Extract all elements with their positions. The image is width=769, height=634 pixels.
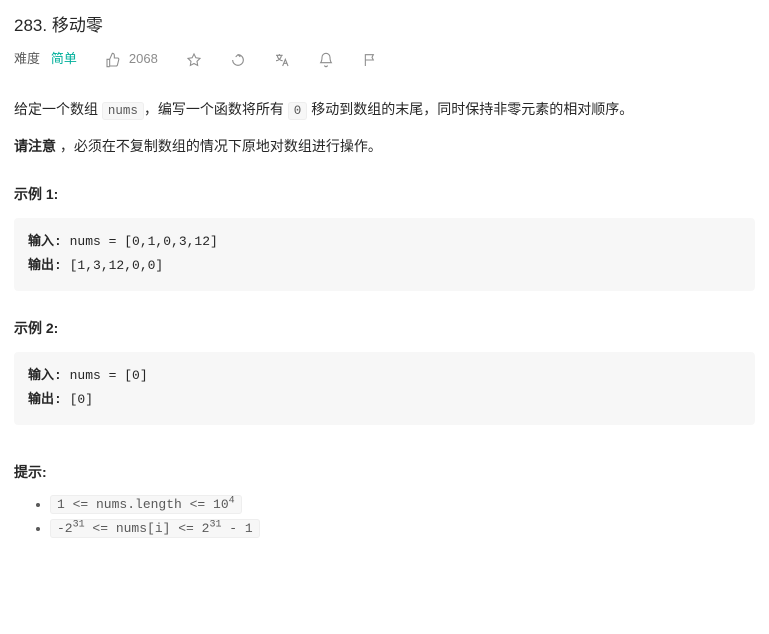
feedback-button[interactable] xyxy=(362,52,378,68)
desc-text: 给定一个数组 xyxy=(14,101,102,117)
example-block-2: 输入: nums = [0] 输出: [0] xyxy=(14,352,755,425)
translate-button[interactable] xyxy=(274,52,290,68)
favorite-button[interactable] xyxy=(186,52,202,68)
desc-paragraph-1: 给定一个数组 nums，编写一个函数将所有 0 移动到数组的末尾，同时保持非零元… xyxy=(14,98,755,121)
output-value: [1,3,12,0,0] xyxy=(62,258,163,273)
like-button[interactable]: 2068 xyxy=(105,49,158,70)
constraint-item: -231 <= nums[i] <= 231 - 1 xyxy=(50,517,755,539)
problem-title: 283. 移动零 xyxy=(14,12,755,39)
constraint-sup: 31 xyxy=(209,519,221,530)
constraints-list: 1 <= nums.length <= 104 -231 <= nums[i] … xyxy=(14,493,755,539)
problem-description: 给定一个数组 nums，编写一个函数将所有 0 移动到数组的末尾，同时保持非零元… xyxy=(14,98,755,157)
desc-text: ，必须在不复制数组的情况下原地对数组进行操作。 xyxy=(56,138,382,154)
desc-paragraph-2: 请注意 ，必须在不复制数组的情况下原地对数组进行操作。 xyxy=(14,135,755,157)
desc-text: 移动到数组的末尾，同时保持非零元素的相对顺序。 xyxy=(307,101,633,117)
share-icon xyxy=(230,52,246,68)
difficulty: 难度 简单 xyxy=(14,49,77,70)
difficulty-label: 难度 xyxy=(14,51,40,66)
constraint-sup: 31 xyxy=(73,519,85,530)
flag-icon xyxy=(362,52,378,68)
hints-title: 提示: xyxy=(14,461,755,483)
difficulty-value: 简单 xyxy=(51,51,77,66)
constraint-text: <= nums[i] <= 2 xyxy=(85,521,210,536)
translate-icon xyxy=(274,52,290,68)
star-icon xyxy=(186,52,202,68)
desc-text: ，编写一个函数将所有 xyxy=(144,101,288,117)
like-count: 2068 xyxy=(129,49,158,70)
output-value: [0] xyxy=(62,392,93,407)
constraint-sup: 4 xyxy=(229,495,235,506)
input-value: nums = [0,1,0,3,12] xyxy=(62,234,218,249)
meta-row: 难度 简单 2068 xyxy=(14,49,755,70)
thumbs-up-icon xyxy=(105,52,121,68)
code-inline: nums xyxy=(102,102,144,120)
example-block-1: 输入: nums = [0,1,0,3,12] 输出: [1,3,12,0,0] xyxy=(14,218,755,291)
input-value: nums = [0] xyxy=(62,368,148,383)
constraint-item: 1 <= nums.length <= 104 xyxy=(50,493,755,515)
output-label: 输出: xyxy=(28,392,62,407)
constraint-text: -2 xyxy=(57,521,73,536)
share-button[interactable] xyxy=(230,52,246,68)
input-label: 输入: xyxy=(28,368,62,383)
input-label: 输入: xyxy=(28,234,62,249)
example-title-1: 示例 1: xyxy=(14,183,755,205)
output-label: 输出: xyxy=(28,258,62,273)
code-inline: 0 xyxy=(288,102,308,120)
notification-button[interactable] xyxy=(318,52,334,68)
example-title-2: 示例 2: xyxy=(14,317,755,339)
problem-number: 283 xyxy=(14,16,42,35)
bell-icon xyxy=(318,52,334,68)
constraint-text: - 1 xyxy=(221,521,252,536)
constraint-text: 1 <= nums.length <= 10 xyxy=(57,497,229,512)
problem-name: 移动零 xyxy=(52,16,103,35)
desc-bold: 请注意 xyxy=(14,138,56,154)
